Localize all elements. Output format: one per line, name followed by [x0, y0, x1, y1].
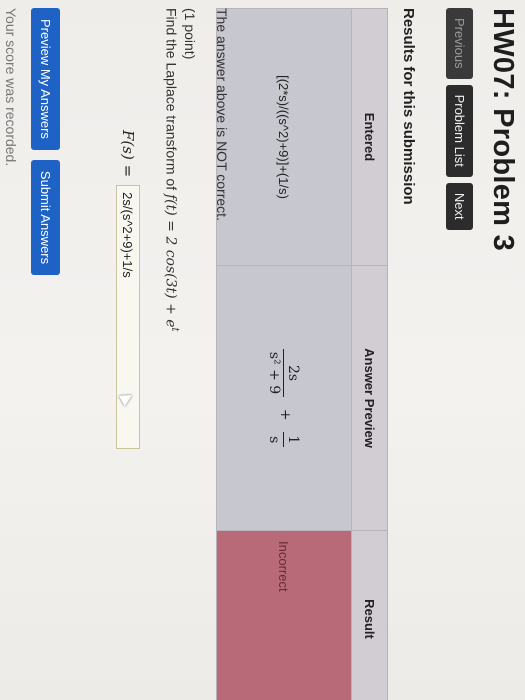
- score-recorded-message: Your score was recorded.: [3, 8, 19, 167]
- result-cell: Incorrect: [216, 530, 352, 700]
- preview-fraction-1: 2s s² + 9: [266, 348, 302, 398]
- results-table: Entered Answer Preview Result [(2*s)/((s…: [216, 8, 388, 700]
- function-exponent: t: [169, 327, 180, 332]
- page-title: HW07: Problem 3: [487, 8, 519, 251]
- answer-preview-cell: 2s s² + 9 + 1 s: [216, 265, 352, 531]
- answer-input[interactable]: [116, 185, 140, 450]
- next-button[interactable]: Next: [446, 182, 473, 230]
- function-expression: f(t) = 2 cos(3t) + e: [162, 194, 179, 328]
- results-heading: Results for this submission: [400, 8, 417, 205]
- prompt-text: Find the Laplace transform of: [163, 8, 180, 191]
- problem-list-button[interactable]: Problem List: [446, 84, 473, 177]
- problem-page: HW07: Problem 3 Previous Problem List Ne…: [0, 0, 525, 700]
- results-row: [(2*s)/((s^2)+9)]+(1/s) 2s s² + 9 + 1 s …: [216, 8, 352, 700]
- submit-answers-button[interactable]: Submit Answers: [31, 159, 60, 276]
- fraction-2-numerator: 1: [283, 432, 302, 448]
- fraction-1-denominator: s² + 9: [266, 351, 283, 395]
- points-label: (1 point): [182, 8, 198, 60]
- answer-label: F(s) =: [119, 130, 137, 178]
- nav-bar: Previous Problem List Next: [446, 8, 473, 230]
- preview-fraction-2: 1 s: [266, 432, 302, 448]
- problem-statement: Find the Laplace transform of f(t) = 2 c…: [162, 8, 180, 332]
- preview-answers-button[interactable]: Preview My Answers: [31, 8, 60, 150]
- results-header-row: Entered Answer Preview Result: [351, 8, 388, 700]
- fraction-1-numerator: 2s: [283, 348, 302, 398]
- result-header: Result: [351, 530, 388, 700]
- previous-button[interactable]: Previous: [446, 8, 473, 79]
- action-buttons: Preview My Answers Submit Answers: [31, 8, 60, 276]
- answer-preview-header: Answer Preview: [351, 265, 388, 531]
- entered-header: Entered: [351, 8, 388, 266]
- fraction-2-denominator: s: [266, 436, 283, 444]
- entered-cell: [(2*s)/((s^2)+9)]+(1/s): [216, 8, 352, 266]
- feedback-message: The answer above is NOT correct.: [214, 8, 230, 221]
- plus-sign: +: [276, 408, 293, 421]
